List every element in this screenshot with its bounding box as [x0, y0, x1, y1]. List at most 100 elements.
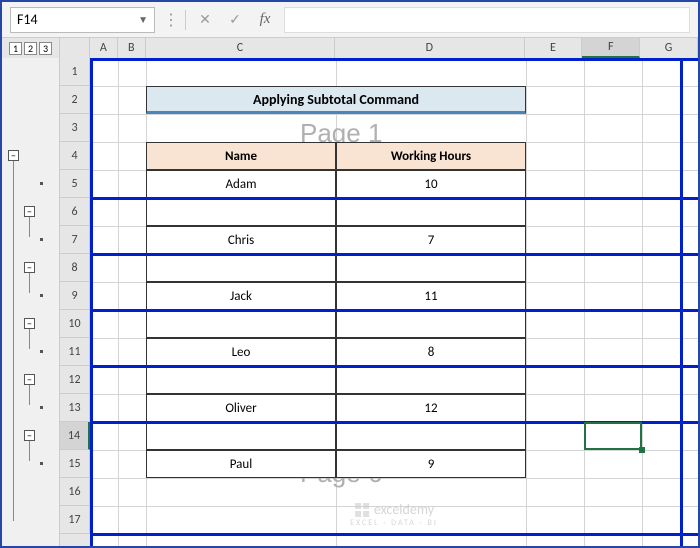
page-break — [90, 58, 93, 546]
brand-tagline: EXCEL · DATA · BI — [350, 518, 438, 528]
cell[interactable] — [146, 254, 336, 282]
fx-icon[interactable]: fx — [254, 9, 276, 31]
row-header[interactable]: 6 — [60, 198, 90, 226]
cell[interactable]: Paul — [146, 450, 336, 478]
outline-line — [29, 217, 30, 237]
cell[interactable]: 12 — [336, 394, 526, 422]
cell[interactable] — [336, 254, 526, 282]
cell[interactable] — [146, 310, 336, 338]
cell[interactable]: 9 — [336, 450, 526, 478]
cell[interactable]: Jack — [146, 282, 336, 310]
cell[interactable]: 10 — [336, 170, 526, 198]
outline-level-1[interactable]: 1 — [9, 42, 22, 55]
col-header-d[interactable]: D — [335, 38, 524, 58]
row-header[interactable]: 12 — [60, 366, 90, 394]
page-break — [90, 197, 698, 200]
cell[interactable] — [336, 422, 526, 450]
row-header[interactable]: 11 — [60, 338, 90, 366]
row-header[interactable]: 16 — [60, 478, 90, 506]
row-header[interactable]: 1 — [60, 58, 90, 86]
row-header[interactable]: 13 — [60, 394, 90, 422]
outline-dot — [40, 182, 43, 185]
gridline — [642, 58, 643, 546]
fill-handle[interactable] — [639, 447, 645, 453]
table-header-cell: Working Hours — [336, 142, 526, 170]
column-headers: A B C D E F G — [60, 38, 698, 58]
cell[interactable] — [146, 198, 336, 226]
divider — [185, 10, 186, 30]
grid[interactable]: Page 1 Page 2 Page 3 Page 4 Page 5 Page … — [90, 58, 698, 546]
table-row — [146, 198, 526, 226]
outline-dot — [40, 350, 43, 353]
cell[interactable] — [146, 422, 336, 450]
name-box-value: F14 — [17, 11, 38, 28]
cell[interactable]: 8 — [336, 338, 526, 366]
cell[interactable]: Oliver — [146, 394, 336, 422]
col-header-g[interactable]: G — [640, 38, 698, 58]
page-break — [90, 365, 698, 368]
row-header[interactable]: 15 — [60, 450, 90, 478]
outline-level-header: 1 2 3 — [2, 38, 60, 58]
brand-name: exceldemy — [374, 501, 434, 518]
table-row: Leo8 — [146, 338, 526, 366]
row-header[interactable]: 7 — [60, 226, 90, 254]
cell[interactable]: Chris — [146, 226, 336, 254]
outline-collapse-icon[interactable]: − — [24, 206, 35, 217]
row-header[interactable]: 9 — [60, 282, 90, 310]
table-row: Jack11 — [146, 282, 526, 310]
gridline — [526, 58, 527, 546]
name-box[interactable]: F14 ▼ — [10, 7, 155, 33]
formula-input[interactable] — [284, 7, 690, 33]
expand-dots-icon[interactable]: ⋮ — [163, 10, 177, 30]
outline-level-2[interactable]: 2 — [24, 42, 37, 55]
outline-collapse-icon[interactable]: − — [24, 430, 35, 441]
table-row: Oliver12 — [146, 394, 526, 422]
table-row — [146, 310, 526, 338]
table-row: Adam10 — [146, 170, 526, 198]
row-header[interactable]: 4 — [60, 142, 90, 170]
row-header[interactable]: 5 — [60, 170, 90, 198]
outline-level-3[interactable]: 3 — [39, 42, 52, 55]
row-header[interactable]: 17 — [60, 506, 90, 534]
table-header-cell: Name — [146, 142, 336, 170]
row-header[interactable]: 2 — [60, 86, 90, 114]
outline-collapse-icon[interactable]: − — [24, 262, 35, 273]
active-cell[interactable] — [584, 422, 642, 450]
cell[interactable]: Leo — [146, 338, 336, 366]
row-header[interactable]: 8 — [60, 254, 90, 282]
cell[interactable]: 7 — [336, 226, 526, 254]
outline-line — [29, 441, 30, 461]
cancel-icon[interactable]: ✕ — [194, 9, 216, 31]
cell[interactable] — [336, 366, 526, 394]
outline-line — [29, 385, 30, 405]
name-box-dropdown-icon[interactable]: ▼ — [138, 13, 148, 26]
row-header[interactable]: 14 — [60, 422, 90, 450]
col-header-b[interactable]: B — [118, 38, 146, 58]
outline-line — [13, 161, 14, 521]
col-header-c[interactable]: C — [146, 38, 335, 58]
col-header-f[interactable]: F — [582, 38, 640, 58]
table-row: Paul9 — [146, 450, 526, 478]
brand-icon — [354, 502, 370, 518]
row-header[interactable]: 10 — [60, 310, 90, 338]
cell[interactable]: Adam — [146, 170, 336, 198]
cell[interactable] — [336, 198, 526, 226]
cell[interactable] — [336, 310, 526, 338]
gridline — [118, 58, 119, 546]
page-break — [90, 533, 698, 536]
cell[interactable]: 11 — [336, 282, 526, 310]
enter-icon[interactable]: ✓ — [224, 9, 246, 31]
outline-dot — [40, 294, 43, 297]
col-header-a[interactable]: A — [90, 38, 118, 58]
row-headers: 1 2 3 4 5 6 7 8 9 10 11 12 13 14 15 16 1… — [60, 58, 90, 546]
outline-collapse-icon[interactable]: − — [24, 374, 35, 385]
cell[interactable] — [146, 366, 336, 394]
table-row — [146, 422, 526, 450]
outline-collapse-icon[interactable]: − — [24, 318, 35, 329]
col-header-e[interactable]: E — [525, 38, 583, 58]
select-all-corner[interactable] — [60, 38, 90, 58]
outline-collapse-icon[interactable]: − — [8, 150, 19, 161]
row-header[interactable]: 3 — [60, 114, 90, 142]
outline-column: − − − − − − — [2, 58, 60, 546]
outline-dot — [40, 406, 43, 409]
